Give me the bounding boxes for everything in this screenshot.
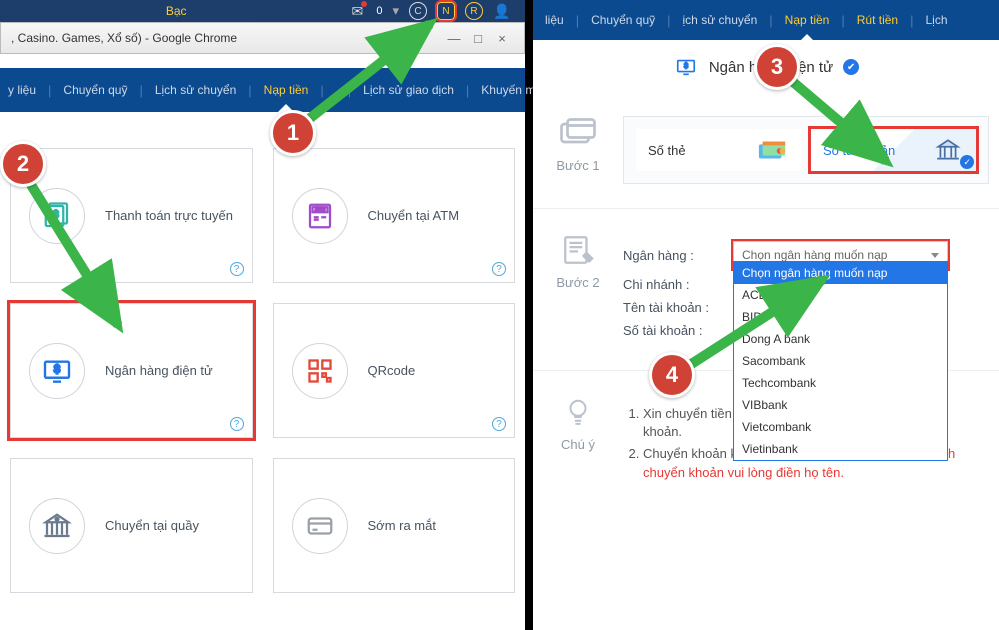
card-icon [292, 498, 348, 554]
method-label: Thanh toán trực tuyến [105, 208, 233, 223]
counter-icon [29, 498, 85, 554]
tab-transfer-fund-r[interactable]: Chuyển quỹ [583, 0, 663, 41]
bank-option[interactable]: Sacombank [734, 350, 947, 372]
tab-data-r[interactable]: liệu [537, 0, 572, 41]
user-icon[interactable]: 👤 [493, 2, 511, 20]
nav-tabs-right: liệu | Chuyển quỹ | ịch sử chuyển | Nạp … [533, 0, 999, 40]
help-icon[interactable]: ? [492, 417, 506, 431]
notification-count: 0 [376, 5, 382, 17]
method-label: Chuyển tại quầy [105, 518, 199, 533]
acct-no-label: Số tài khoản : [623, 323, 733, 338]
bank-option[interactable]: VIBbank [734, 394, 947, 416]
card-stack-icon [757, 137, 789, 163]
bank-label: Ngân hàng : [623, 248, 733, 263]
method-label: Sớm ra mắt [368, 518, 436, 533]
method-online-pay[interactable]: $ Thanh toán trực tuyến ? [10, 148, 253, 283]
acct-name-label: Tên tài khoản : [623, 300, 733, 315]
form-icon [556, 233, 600, 267]
chevron-down-icon [931, 253, 939, 258]
tab-data[interactable]: y liệu [0, 69, 44, 111]
help-icon[interactable]: ? [492, 262, 506, 276]
tab-deposit-r[interactable]: Nạp tiền [777, 0, 838, 41]
method-ebank[interactable]: $ Ngân hàng điện tử ? [10, 303, 253, 438]
svg-text:ATM: ATM [314, 207, 324, 213]
method-label: Chuyển tại ATM [368, 208, 460, 223]
help-icon[interactable]: ? [230, 262, 244, 276]
c-icon[interactable]: C [409, 2, 427, 20]
nav-tabs-left: y liệu | Chuyển quỹ | Lịch sử chuyển | N… [0, 68, 525, 112]
step-2-label: Bước 2 [556, 275, 599, 290]
bank-option[interactable]: Vietcombank [734, 416, 947, 438]
tab-history-tx[interactable]: Lịch sử giao dịch [355, 69, 462, 111]
step-1-row: Bước 1 Số thẻ [533, 92, 999, 208]
bank-option[interactable]: BIDV [734, 306, 947, 328]
bank-option[interactable]: Dong A bank [734, 328, 947, 350]
bank-option-placeholder[interactable]: Chọn ngân hàng muốn nạp [734, 262, 947, 284]
ebank-icon: $ [29, 343, 85, 399]
qrcode-icon [292, 343, 348, 399]
option-card-number[interactable]: Số thẻ [636, 129, 801, 171]
bank-option[interactable]: Techcombank [734, 372, 947, 394]
bank-building-icon [932, 137, 964, 163]
minimize-button[interactable]: — [442, 31, 466, 46]
mail-icon[interactable]: ✉ [348, 2, 366, 20]
window-title: , Casino. Games, Xổ số) - Google Chrome [11, 31, 442, 45]
tab-transfer-fund[interactable]: Chuyển quỹ [55, 69, 135, 111]
lightbulb-icon [556, 395, 600, 429]
option-account-number[interactable]: Số tài khoản [811, 129, 976, 171]
card-icon [556, 116, 600, 150]
online-pay-icon: $ [29, 188, 85, 244]
method-label: QRcode [368, 363, 416, 378]
app-top-bar: Bạc ✉ 0 ▾ C N R 👤 [0, 0, 525, 22]
deposit-method-grid: $ Thanh toán trực tuyến ? ATM [0, 112, 525, 603]
option-card-number-label: Số thẻ [648, 143, 686, 158]
check-icon: ✔ [843, 59, 859, 75]
method-label: Ngân hàng điện tử [105, 363, 213, 378]
method-qrcode[interactable]: QRcode ? [273, 303, 516, 438]
r-withdraw-icon[interactable]: R [465, 2, 483, 20]
tab-history-r[interactable]: Lịch [918, 0, 956, 41]
help-icon[interactable]: ? [230, 417, 244, 431]
method-card-coming[interactable]: Sớm ra mắt [273, 458, 516, 593]
bank-option[interactable]: Vietinbank [734, 438, 947, 460]
maximize-button[interactable]: □ [466, 31, 490, 46]
n-deposit-icon[interactable]: N [437, 2, 455, 20]
svg-text:$: $ [53, 209, 59, 220]
close-button[interactable]: × [490, 31, 514, 46]
note-label: Chú ý [561, 437, 595, 452]
atm-icon: ATM [292, 188, 348, 244]
step-2-row: Bước 2 Ngân hàng : Chọn ngân hàng muốn n… [533, 208, 999, 370]
tab-blank[interactable] [328, 76, 344, 104]
tab-withdraw-r[interactable]: Rút tiền [849, 0, 906, 41]
branch-label: Chi nhánh : [623, 277, 733, 292]
method-counter[interactable]: Chuyển tại quầy [10, 458, 253, 593]
svg-text:$: $ [684, 61, 688, 70]
method-atm[interactable]: ATM Chuyển tại ATM ? [273, 148, 516, 283]
bank-dropdown-list[interactable]: Chọn ngân hàng muốn nạp ACB BIDV Dong A … [733, 261, 948, 461]
step-1-label: Bước 1 [556, 158, 599, 173]
ebank-section-header: $ Ngân hàng điện tử ✔ [533, 40, 999, 78]
bank-select-value: Chọn ngân hàng muốn nạp [742, 248, 887, 262]
svg-text:$: $ [54, 363, 60, 375]
option-account-number-label: Số tài khoản [823, 143, 895, 158]
bank-option[interactable]: ACB [734, 284, 947, 306]
ebank-section-title: Ngân hàng điện tử [709, 59, 833, 76]
tab-deposit[interactable]: Nạp tiền [256, 69, 317, 111]
ebank-icon: $ [673, 56, 699, 78]
level-badge: Bạc [14, 4, 338, 18]
tab-history-transfer-r[interactable]: ịch sử chuyển [675, 0, 766, 41]
chrome-title-bar: , Casino. Games, Xổ số) - Google Chrome … [0, 22, 525, 54]
tab-history-transfer[interactable]: Lịch sử chuyển [147, 69, 244, 111]
